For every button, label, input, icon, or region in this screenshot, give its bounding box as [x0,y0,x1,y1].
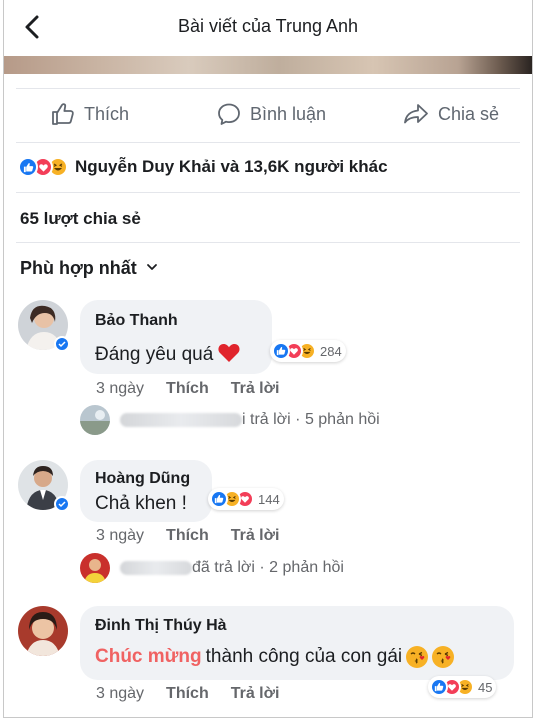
comment-text: Chả khen ! [95,493,187,515]
comment-reply-link[interactable]: Trả lời [231,527,280,545]
thumbs-up-icon [50,101,76,127]
comment-author[interactable]: Đinh Thị Thúy Hà [95,617,227,635]
like-button[interactable]: Thích [50,94,129,134]
comment-author[interactable]: Hoàng Dũng [95,470,190,488]
reaction-count: 144 [258,491,280,507]
comment-text-content: Đáng yêu quá [95,344,214,365]
reply-avatar [80,553,110,583]
comment-meta: 3 ngày Thích Trả lời [96,380,279,398]
comment-button[interactable]: Bình luận [216,94,326,134]
divider [16,242,520,243]
view-replies-link[interactable]: i trả lời · 5 phản hồi [80,405,380,435]
comment-like-link[interactable]: Thích [166,380,209,398]
comment-time[interactable]: 3 ngày [96,685,144,703]
comment-like-link[interactable]: Thích [166,685,209,703]
like-label: Thích [84,103,130,124]
reactions-summary[interactable]: Nguyễn Duy Khải và 13,6K người khác [18,153,388,181]
kiss-emoji [432,646,455,668]
comment-author[interactable]: Bảo Thanh [95,312,178,330]
comment-bubble-icon [216,101,242,127]
comment-meta: 3 ngày Thích Trả lời [96,685,279,703]
red-heart-emoji [217,341,241,369]
comment-reactions[interactable]: 144 [208,488,284,510]
reply-avatar [80,405,110,435]
divider [16,88,520,89]
comment-reactions[interactable]: 45 [428,676,497,698]
replies-summary: i trả lời · 5 phản hồi [242,411,380,428]
comment-sort-dropdown[interactable]: Phù hợp nhất [20,258,159,279]
comment-reply-link[interactable]: Trả lời [231,380,280,398]
verified-badge-icon [54,336,70,352]
comment-reply-link[interactable]: Trả lời [231,685,280,703]
comment-text-highlight: Chúc mừng [95,646,202,667]
comment-meta: 3 ngày Thích Trả lời [96,527,279,545]
view-replies-link[interactable]: đã trả lời · 2 phản hồi [80,553,344,583]
comment-label: Bình luận [250,103,327,124]
comment-time[interactable]: 3 ngày [96,527,144,545]
post-detail-screen: Bài viết của Trung Anh Thích Bình luận C… [3,0,533,718]
divider [16,142,520,143]
post-actions: Thích Bình luận Chia sẻ [4,94,532,134]
comment-reactions[interactable]: 284 [270,340,346,362]
share-label: Chia sẻ [438,103,500,124]
avatar[interactable] [18,606,68,656]
blurred-name [120,561,192,575]
blurred-name [120,413,242,427]
share-button[interactable]: Chia sẻ [402,94,499,134]
page-title: Bài viết của Trung Anh [177,16,359,36]
kiss-emoji [406,646,429,668]
reaction-count: 45 [478,679,493,695]
comment-time[interactable]: 3 ngày [96,380,144,398]
share-count[interactable]: 65 lượt chia sẻ [20,209,141,229]
sort-label: Phù hợp nhất [20,258,137,278]
post-image-edge[interactable] [4,56,532,74]
reactions-summary-text: Nguyễn Duy Khải và 13,6K người khác [75,157,388,176]
like-reaction-icon [210,490,228,508]
top-bar: Bài viết của Trung Anh [4,0,532,56]
comment-text-content: Chả khen ! [95,493,187,514]
replies-summary: đã trả lời · 2 phản hồi [192,559,344,576]
verified-badge-icon [54,496,70,512]
like-reaction-icon [272,342,290,360]
like-reaction-icon [18,157,38,177]
comment-text-content: thành công của con gái [205,646,403,667]
chevron-down-icon [145,258,159,279]
comment-like-link[interactable]: Thích [166,527,209,545]
like-reaction-icon [430,678,448,696]
comment-text: Đáng yêu quá [95,341,241,369]
reaction-count: 284 [320,343,342,359]
share-arrow-icon [402,101,430,127]
comment-text: Chúc mừng thành công của con gái [95,646,455,668]
divider [16,192,520,193]
